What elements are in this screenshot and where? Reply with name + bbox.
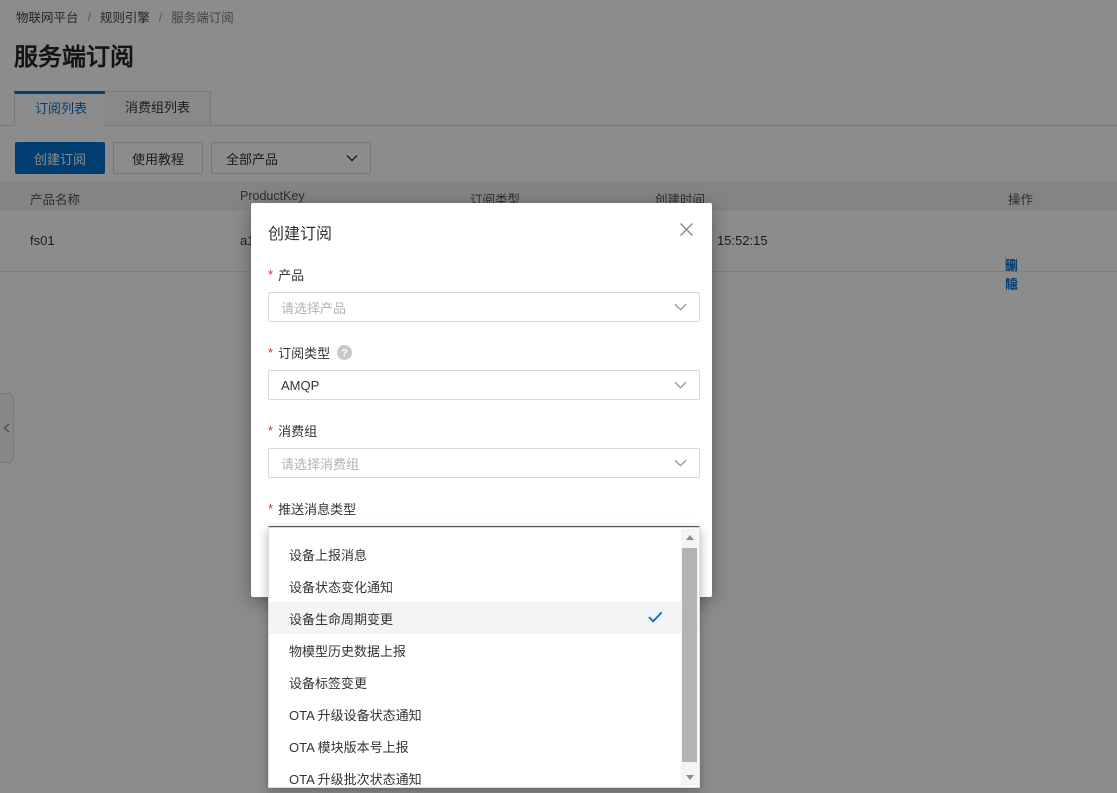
modal-title: 创建订阅: [268, 220, 700, 244]
message-type-dropdown: 设备上报消息 设备状态变化通知 设备生命周期变更 物模型历史数据上报 设备标签变…: [268, 527, 700, 788]
dropdown-scrollbar[interactable]: [681, 529, 698, 786]
subscription-type-field-label: * 订阅类型 ?: [268, 343, 700, 362]
subscription-type-label-text: 订阅类型: [278, 343, 330, 362]
option-label: OTA 模块版本号上报: [289, 737, 409, 756]
message-type-label-text: 推送消息类型: [278, 499, 356, 518]
chevron-down-icon: [674, 381, 687, 389]
option-label: OTA 升级设备状态通知: [289, 705, 422, 724]
dropdown-option[interactable]: OTA 升级设备状态通知: [269, 698, 699, 730]
dropdown-option-selected[interactable]: 设备生命周期变更: [269, 602, 699, 634]
scroll-down-icon[interactable]: [681, 769, 698, 786]
consumer-group-field-label: * 消费组: [268, 421, 700, 440]
product-label-text: 产品: [278, 265, 304, 284]
subscription-type-value: AMQP: [281, 378, 319, 393]
chevron-down-icon: [674, 459, 687, 467]
option-label: 设备状态变化通知: [289, 577, 393, 596]
required-mark: *: [268, 423, 273, 438]
dropdown-option[interactable]: 设备上报消息: [269, 538, 699, 570]
consumer-group-placeholder: 请选择消费组: [281, 454, 359, 473]
option-label: 物模型历史数据上报: [289, 641, 406, 660]
required-mark: *: [268, 345, 273, 360]
scroll-up-icon[interactable]: [681, 529, 698, 546]
help-icon[interactable]: ?: [337, 345, 352, 360]
scrollbar-thumb[interactable]: [682, 548, 697, 762]
option-label: 设备上报消息: [289, 545, 367, 564]
option-label: 设备标签变更: [289, 673, 367, 692]
dropdown-option[interactable]: 设备状态变化通知: [269, 570, 699, 602]
option-label: OTA 升级批次状态通知: [289, 769, 422, 788]
option-label: 设备生命周期变更: [289, 609, 393, 628]
message-type-field-label: * 推送消息类型: [268, 499, 700, 518]
close-icon[interactable]: [676, 219, 696, 239]
required-mark: *: [268, 267, 273, 282]
required-mark: *: [268, 501, 273, 516]
dropdown-option[interactable]: 物模型历史数据上报: [269, 634, 699, 666]
dropdown-option[interactable]: OTA 模块版本号上报: [269, 730, 699, 762]
dropdown-option[interactable]: OTA 升级批次状态通知: [269, 762, 699, 788]
chevron-down-icon: [674, 303, 687, 311]
product-select[interactable]: 请选择产品: [268, 292, 700, 322]
check-icon: [648, 611, 663, 623]
product-select-placeholder: 请选择产品: [281, 298, 346, 317]
dropdown-option[interactable]: 设备标签变更: [269, 666, 699, 698]
subscription-type-select[interactable]: AMQP: [268, 370, 700, 400]
consumer-group-label-text: 消费组: [278, 421, 317, 440]
product-field-label: * 产品: [268, 265, 700, 284]
consumer-group-select[interactable]: 请选择消费组: [268, 448, 700, 478]
